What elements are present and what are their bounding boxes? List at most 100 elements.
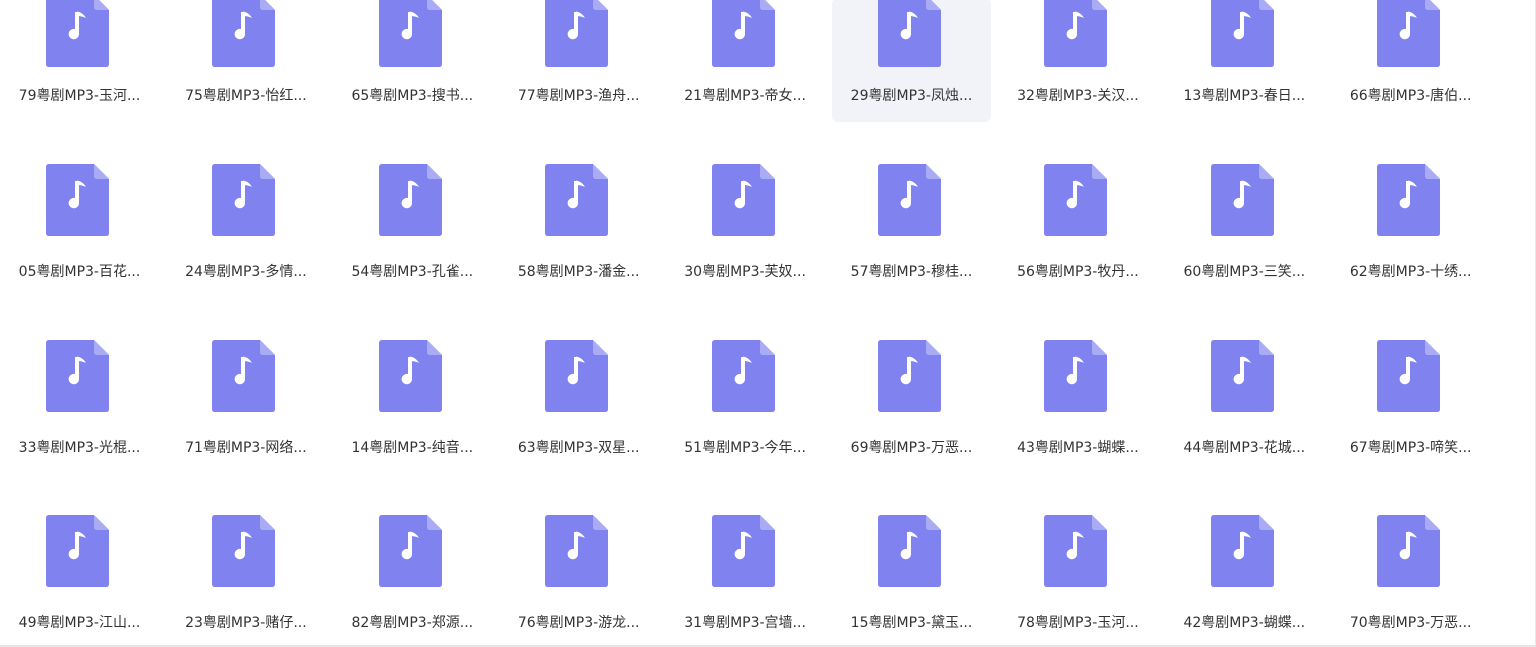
file-name-label: 71粤剧MP3-网络... xyxy=(185,440,307,456)
file-tile[interactable]: 79粤剧MP3-玉河... xyxy=(0,0,159,122)
file-tile[interactable]: 21粤剧MP3-帝女... xyxy=(666,0,825,122)
file-tile[interactable]: 60粤剧MP3-三笑... xyxy=(1165,161,1324,285)
file-name-label: 32粤剧MP3-关汉... xyxy=(1017,88,1139,104)
file-tile[interactable]: 23粤剧MP3-赌仔... xyxy=(166,512,325,636)
file-tile[interactable]: 82粤剧MP3-郑源... xyxy=(333,512,492,636)
music-file-icon xyxy=(1210,340,1274,412)
music-file-icon xyxy=(878,340,941,412)
music-file-icon xyxy=(878,164,941,236)
file-tile[interactable]: 29粤剧MP3-凤烛... xyxy=(832,0,991,122)
file-name-label: 77粤剧MP3-渔舟... xyxy=(517,88,640,104)
music-file-icon xyxy=(545,164,609,236)
music-file-icon xyxy=(1210,515,1274,587)
music-file-icon xyxy=(1377,0,1441,67)
file-tile[interactable]: 24粤剧MP3-多情... xyxy=(166,161,325,285)
file-name-label: 76粤剧MP3-游龙... xyxy=(517,615,640,631)
music-file-icon xyxy=(1377,164,1441,236)
music-file-icon xyxy=(878,515,941,587)
music-file-icon xyxy=(378,515,442,587)
file-tile[interactable]: 44粤剧MP3-花城... xyxy=(1165,337,1324,461)
file-tile[interactable]: 63粤剧MP3-双星... xyxy=(499,337,658,461)
music-file-icon xyxy=(378,164,442,236)
music-file-icon xyxy=(711,340,775,412)
music-file-icon xyxy=(711,0,775,67)
music-file-icon xyxy=(46,340,109,412)
file-tile[interactable]: 58粤剧MP3-潘金... xyxy=(499,161,658,285)
file-tile[interactable]: 32粤剧MP3-关汉... xyxy=(998,0,1157,122)
file-tile[interactable]: 56粤剧MP3-牧丹... xyxy=(998,161,1157,285)
file-name-label: 82粤剧MP3-郑源... xyxy=(351,615,474,631)
file-name-label: 65粤剧MP3-搜书... xyxy=(351,88,474,104)
music-file-icon xyxy=(1210,0,1274,67)
music-file-icon xyxy=(46,0,109,67)
file-tile[interactable]: 51粤剧MP3-今年... xyxy=(666,337,825,461)
music-file-icon xyxy=(212,164,276,236)
file-name-label: 21粤剧MP3-帝女... xyxy=(684,88,806,104)
file-tile[interactable]: 75粤剧MP3-怡红... xyxy=(166,0,325,122)
file-name-label: 69粤剧MP3-万恶... xyxy=(850,440,973,456)
music-file-icon xyxy=(711,164,775,236)
file-tile[interactable]: 78粤剧MP3-玉河... xyxy=(998,512,1157,636)
file-name-label: 23粤剧MP3-赌仔... xyxy=(185,615,307,631)
music-file-icon xyxy=(545,340,609,412)
file-name-label: 58粤剧MP3-潘金... xyxy=(517,264,640,280)
file-name-label: 15粤剧MP3-黛玉... xyxy=(850,615,973,631)
file-name-label: 29粤剧MP3-凤烛... xyxy=(850,88,973,104)
music-file-icon xyxy=(1210,164,1274,236)
music-file-icon xyxy=(46,515,109,587)
file-name-label: 51粤剧MP3-今年... xyxy=(684,440,806,456)
music-file-icon xyxy=(711,515,775,587)
music-file-icon xyxy=(212,515,276,587)
file-tile[interactable]: 31粤剧MP3-宫墙... xyxy=(666,512,825,636)
file-name-label: 14粤剧MP3-纯音... xyxy=(351,440,474,456)
file-name-label: 62粤剧MP3-十绣... xyxy=(1349,264,1472,280)
music-file-icon xyxy=(212,0,276,67)
music-file-icon xyxy=(545,515,609,587)
file-tile[interactable]: 13粤剧MP3-春日... xyxy=(1165,0,1324,122)
music-file-icon xyxy=(545,0,609,67)
file-tile[interactable]: 67粤剧MP3-啼笑... xyxy=(1331,337,1490,461)
file-tile[interactable]: 65粤剧MP3-搜书... xyxy=(333,0,492,122)
file-name-label: 79粤剧MP3-玉河... xyxy=(18,88,141,104)
music-file-icon xyxy=(1377,515,1441,587)
music-file-icon xyxy=(378,340,442,412)
file-name-label: 13粤剧MP3-春日... xyxy=(1183,88,1306,104)
file-tile[interactable]: 30粤剧MP3-芙奴... xyxy=(666,161,825,285)
file-name-label: 43粤剧MP3-蝴蝶... xyxy=(1017,440,1139,456)
file-name-label: 44粤剧MP3-花城... xyxy=(1183,440,1306,456)
file-tile[interactable]: 70粤剧MP3-万恶... xyxy=(1331,512,1490,636)
music-file-icon xyxy=(878,0,941,67)
file-name-label: 70粤剧MP3-万恶... xyxy=(1349,615,1472,631)
file-tile[interactable]: 71粤剧MP3-网络... xyxy=(166,337,325,461)
file-tile[interactable]: 43粤剧MP3-蝴蝶... xyxy=(998,337,1157,461)
file-name-label: 56粤剧MP3-牧丹... xyxy=(1017,264,1139,280)
music-file-icon xyxy=(1044,340,1108,412)
file-tile[interactable]: 66粤剧MP3-唐伯... xyxy=(1331,0,1490,122)
file-tile[interactable]: 62粤剧MP3-十绣... xyxy=(1331,161,1490,285)
music-file-icon xyxy=(378,0,442,67)
file-tile[interactable]: 77粤剧MP3-渔舟... xyxy=(499,0,658,122)
music-file-icon xyxy=(1377,340,1441,412)
file-name-label: 33粤剧MP3-光棍... xyxy=(18,440,141,456)
file-tile[interactable]: 69粤剧MP3-万恶... xyxy=(832,337,991,461)
file-name-label: 63粤剧MP3-双星... xyxy=(517,440,640,456)
file-tile[interactable]: 42粤剧MP3-蝴蝶... xyxy=(1165,512,1324,636)
file-name-label: 75粤剧MP3-怡红... xyxy=(185,88,307,104)
file-tile[interactable]: 33粤剧MP3-光棍... xyxy=(0,337,159,461)
file-name-label: 30粤剧MP3-芙奴... xyxy=(684,264,806,280)
file-tile[interactable]: 49粤剧MP3-江山... xyxy=(0,512,159,636)
file-name-label: 54粤剧MP3-孔雀... xyxy=(351,264,474,280)
file-tile[interactable]: 05粤剧MP3-百花... xyxy=(0,161,159,285)
file-tile[interactable]: 14粤剧MP3-纯音... xyxy=(333,337,492,461)
music-file-icon xyxy=(1044,0,1108,67)
file-name-label: 60粤剧MP3-三笑... xyxy=(1183,264,1306,280)
file-name-label: 31粤剧MP3-宫墙... xyxy=(684,615,806,631)
file-tile[interactable]: 15粤剧MP3-黛玉... xyxy=(832,512,991,636)
music-file-icon xyxy=(212,340,276,412)
music-file-icon xyxy=(1044,164,1108,236)
file-tile[interactable]: 57粤剧MP3-穆桂... xyxy=(832,161,991,285)
file-tile[interactable]: 76粤剧MP3-游龙... xyxy=(499,512,658,636)
file-name-label: 42粤剧MP3-蝴蝶... xyxy=(1183,615,1306,631)
file-name-label: 66粤剧MP3-唐伯... xyxy=(1349,88,1472,104)
file-tile[interactable]: 54粤剧MP3-孔雀... xyxy=(333,161,492,285)
